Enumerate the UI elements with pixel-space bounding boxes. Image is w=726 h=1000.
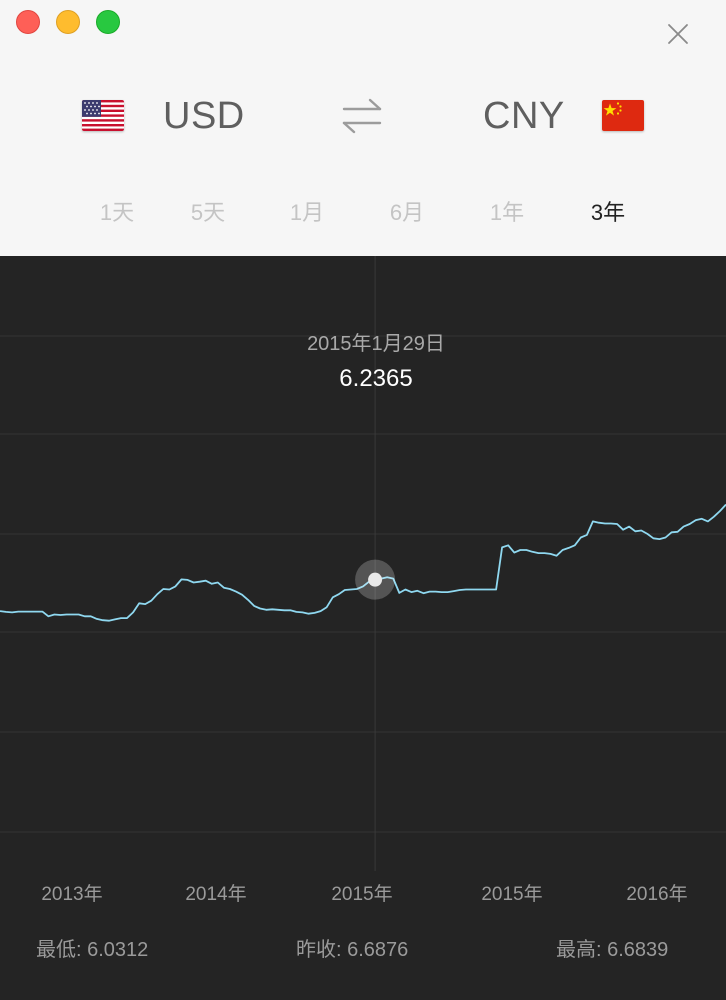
stat-high: 最高: 6.6839 [556, 939, 669, 961]
tab-6m[interactable]: 6月 [377, 198, 437, 228]
series-line [0, 503, 726, 622]
tab-3y[interactable]: 3年 [578, 198, 638, 228]
tooltip-value: 6.2365 [339, 365, 413, 392]
tab-1d[interactable]: 1天 [87, 198, 147, 228]
x-tick-label: 2015年 [481, 884, 543, 905]
stat-prev-close: 昨收: 6.6876 [296, 939, 409, 961]
tab-5d[interactable]: 5天 [178, 198, 238, 228]
tab-1m[interactable]: 1月 [277, 198, 337, 228]
x-tick-label: 2016年 [626, 884, 688, 905]
converter-header: USD CNY 1天 5天 1月 6月 1年 3年 [0, 0, 726, 256]
highlight-point[interactable] [368, 572, 383, 587]
tooltip-date: 2015年1月29日 [307, 333, 445, 355]
x-tick-label: 2015年 [331, 884, 393, 905]
stat-low: 最低: 6.0312 [36, 939, 149, 961]
from-currency-label[interactable]: USD [163, 94, 245, 138]
window-minimize-button[interactable] [56, 10, 80, 34]
x-tick-label: 2013年 [41, 884, 103, 905]
window-zoom-button[interactable] [96, 10, 120, 34]
close-icon[interactable] [666, 22, 690, 46]
cn-flag-icon[interactable] [602, 100, 644, 131]
us-flag-icon[interactable] [82, 100, 124, 131]
swap-arrows-icon[interactable] [340, 96, 384, 136]
app-window: USD CNY 1天 5天 1月 6月 1年 3年 2015年1月29日 6.2… [0, 0, 726, 1000]
tab-1y[interactable]: 1年 [477, 198, 537, 228]
to-currency-label[interactable]: CNY [483, 94, 565, 138]
rate-chart[interactable]: 2015年1月29日 6.2365 2013年 2014年 2015年 2015… [0, 256, 726, 1000]
x-tick-label: 2014年 [185, 884, 247, 905]
window-close-button[interactable] [16, 10, 40, 34]
